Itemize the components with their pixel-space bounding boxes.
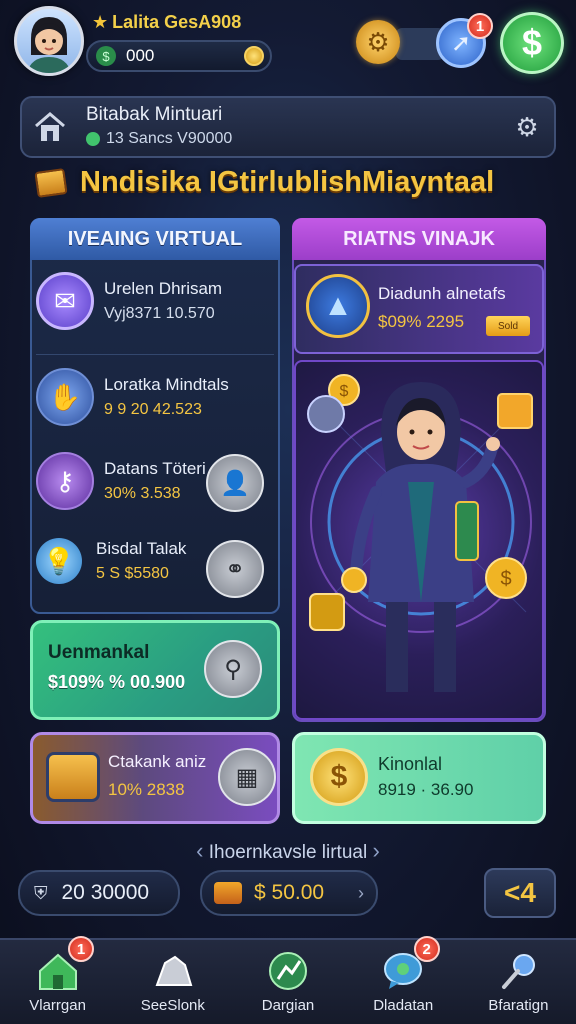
home-icon[interactable] xyxy=(32,110,68,144)
hero-illustration: $ $ xyxy=(294,360,544,720)
nav-item-tools[interactable]: Bfaratign xyxy=(461,940,576,1024)
list-item[interactable]: ✋ Loratka Mindtals 9 9 20 42.523 xyxy=(36,368,274,426)
item-value: Vyj8371 10.570 xyxy=(104,305,215,322)
player-name: ★ Lalita GesA908 xyxy=(92,12,241,33)
treasure-icon xyxy=(46,752,100,802)
nav-badge: 2 xyxy=(413,936,440,962)
bottom-nav: 1 Vlarrgan SeeSlonk Dargian 2 Dladatan B… xyxy=(0,936,576,1024)
money-balance-value: $ 50.00 xyxy=(254,881,325,904)
pin-icon xyxy=(496,951,540,991)
purple-card-title: Ctakank aniz xyxy=(108,752,207,771)
green-card-value: $109% % 00.900 xyxy=(48,672,186,692)
wallet-icon xyxy=(214,882,242,904)
header-subtitle: 13 Sancs V90000 xyxy=(86,130,232,148)
key-icon: ⚷ xyxy=(36,452,94,510)
sold-tag: Sold xyxy=(486,316,530,336)
profile-action-button[interactable]: 👤 xyxy=(206,454,264,512)
page-title: Nndisika IGtirlublishMiayntaal xyxy=(80,166,495,198)
right-panel-heading: RIATNS VINAJK xyxy=(292,218,546,260)
notifications-button[interactable]: ➚ 1 xyxy=(436,13,493,68)
main-title-row: Nndisika IGtirlublishMiayntaal xyxy=(34,166,495,199)
chevron-left-icon[interactable]: ‹ xyxy=(196,838,203,863)
shield-icon: ⛨ xyxy=(34,882,48,903)
green-card-title: Uenmankal xyxy=(48,642,150,663)
item-value: 30% 3.538 xyxy=(104,485,181,502)
chevron-right-icon[interactable]: › xyxy=(372,838,379,863)
header-subtitle-text: 13 Sancs V90000 xyxy=(106,130,233,147)
svg-text:$: $ xyxy=(340,383,349,400)
handshake-icon: ✋ xyxy=(36,368,94,426)
nav-item-trade[interactable]: Dargian xyxy=(230,940,345,1024)
header-title: Bitabak Mintuari xyxy=(86,104,223,125)
gem-balance-value: 20 30000 xyxy=(61,881,150,904)
nav-badge: 1 xyxy=(68,936,94,962)
divider xyxy=(36,354,274,355)
nav-label: Vlarrgan xyxy=(29,997,86,1014)
purple-card-value: 10% 2838 xyxy=(108,780,185,799)
nav-label: SeeSlonk xyxy=(140,997,205,1014)
lightbulb-icon: 💡 xyxy=(36,538,82,584)
mail-icon: ✉ xyxy=(36,272,94,330)
nav-item-home[interactable]: 1 Vlarrgan xyxy=(0,936,115,1024)
pager-label: Ihoernkavsle lirtual xyxy=(208,842,368,863)
item-title: Datans Töteri xyxy=(104,459,206,478)
mint-card-value: 8919 · 36.90 xyxy=(378,780,474,799)
right-card-title: Diadunh alnetafs xyxy=(378,284,506,303)
settings-icon[interactable]: ⚙ xyxy=(510,110,544,144)
list-item[interactable]: ✉ Urelen Dhrisam Vyj8371 10.570 xyxy=(36,272,274,330)
link-action-button[interactable]: ⚭ xyxy=(206,540,264,598)
pager: ‹ Ihoernkavsle lirtual › xyxy=(180,838,396,864)
back-button[interactable]: <4 xyxy=(484,868,556,918)
gear-icon[interactable]: ⚙ xyxy=(356,20,400,64)
grid-action-button[interactable]: ▦ xyxy=(218,748,276,806)
coin-icon xyxy=(244,46,264,66)
left-panel-heading: IVEAING VIRTUAL xyxy=(30,218,280,260)
chevron-right-icon: › xyxy=(358,882,364,903)
gem-icon xyxy=(86,132,100,146)
item-title: Urelen Dhrisam xyxy=(104,279,223,298)
dollar-coin-icon: $ xyxy=(310,748,368,806)
svg-text:$: $ xyxy=(500,568,511,590)
arrow-up-icon: ▲ xyxy=(306,274,370,338)
mint-card-title: Kinonlal xyxy=(378,754,443,774)
cash-icon[interactable]: $ xyxy=(500,12,564,74)
nav-label: Bfaratign xyxy=(488,997,549,1014)
cash-display[interactable]: $ 000 xyxy=(86,40,272,72)
player-name-text: Lalita GesA908 xyxy=(112,12,242,32)
nav-label: Dladatan xyxy=(373,997,434,1014)
item-title: Loratka Mindtals xyxy=(104,375,229,394)
item-value: 9 9 20 42.523 xyxy=(104,401,202,418)
money-balance[interactable]: $ 50.00 › xyxy=(200,870,378,916)
nav-item-chat[interactable]: 2 Dladatan xyxy=(346,936,461,1024)
badge-action-button[interactable]: ⚲ xyxy=(204,640,262,698)
cash-amount: 000 xyxy=(126,46,155,65)
player-avatar[interactable] xyxy=(14,6,84,76)
dollar-icon: $ xyxy=(96,46,116,66)
envelope-icon xyxy=(34,167,68,198)
item-value: 5 S $5580 xyxy=(96,565,169,582)
nav-label: Dargian xyxy=(261,997,315,1014)
chart-icon xyxy=(266,951,310,991)
gem-balance[interactable]: ⛨ 20 30000 xyxy=(18,870,180,916)
item-title: Bisdal Talak xyxy=(96,539,187,558)
star-icon: ★ xyxy=(92,12,109,32)
rock-icon xyxy=(151,951,195,991)
notification-badge: 1 xyxy=(467,13,493,39)
right-card-value: $09% 2295 xyxy=(378,312,465,331)
nav-item-stack[interactable]: SeeSlonk xyxy=(115,940,230,1024)
